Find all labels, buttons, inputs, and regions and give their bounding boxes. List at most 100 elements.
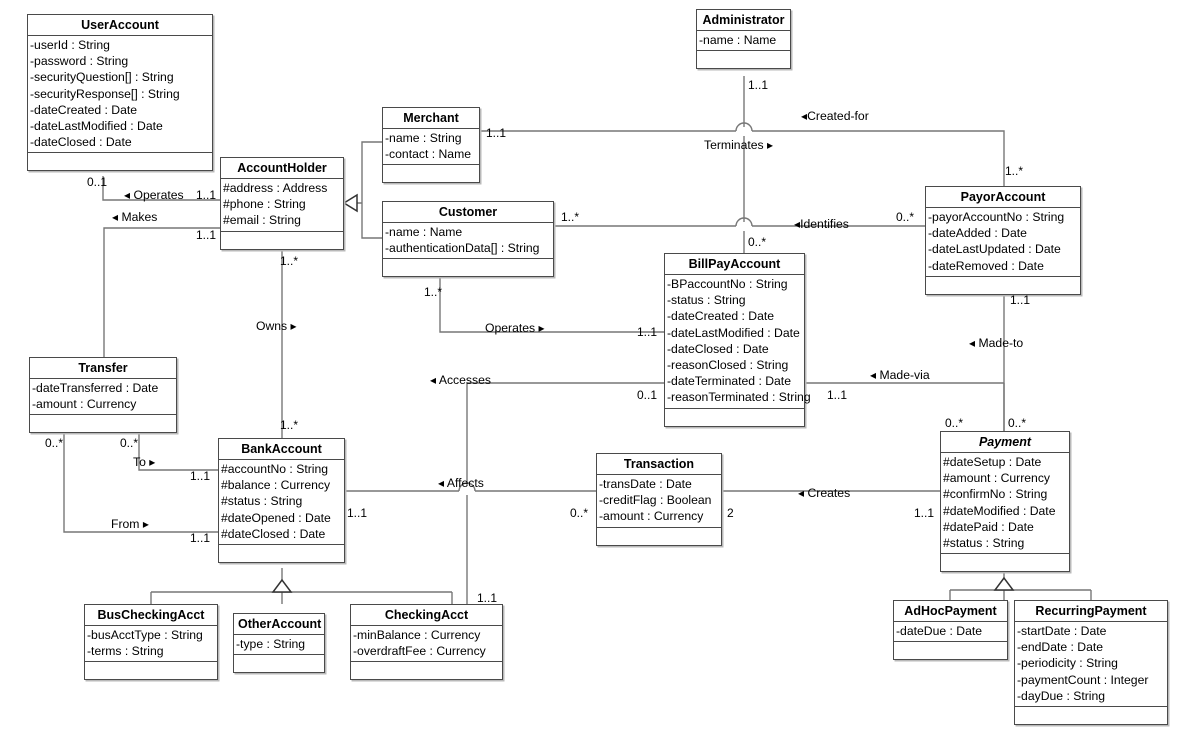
- attribute: #datePaid : Date: [943, 519, 1034, 534]
- class-box-administrator[interactable]: Administrator -name : Name: [696, 9, 791, 70]
- association-label-affects: ◂ Affects: [438, 476, 484, 490]
- multiplicity: 1..*: [424, 285, 443, 299]
- class-operations: [351, 662, 502, 679]
- association-label-owns: Owns ▸: [256, 319, 297, 333]
- attribute: -overdraftFee : Currency: [353, 644, 486, 659]
- class-box-checkingacct[interactable]: CheckingAcct -minBalance : Currency -ove…: [350, 604, 503, 681]
- class-attributes: -transDate : Date -creditFlag : Boolean …: [597, 475, 721, 528]
- multiplicity: 1..1: [486, 126, 507, 140]
- class-box-transaction[interactable]: Transaction -transDate : Date -creditFla…: [596, 453, 722, 546]
- attribute: -dateDue : Date: [896, 624, 983, 638]
- attribute: -terms : String: [87, 644, 164, 659]
- class-operations: [30, 415, 176, 432]
- multiplicity: 1..1: [477, 591, 498, 605]
- generalization-arrow-payment: [993, 576, 1015, 591]
- attribute: -BPaccountNo : String: [667, 277, 788, 291]
- attribute: -endDate : Date: [1017, 640, 1104, 655]
- class-operations: [1015, 707, 1167, 724]
- attribute: #balance : Currency: [221, 478, 331, 493]
- attribute: #dateClosed : Date: [221, 526, 326, 541]
- attribute: -creditFlag : Boolean: [599, 493, 712, 508]
- association-label-to: To ▸: [133, 455, 156, 469]
- class-title: UserAccount: [28, 15, 212, 36]
- class-box-billpayaccount[interactable]: BillPayAccount -BPaccountNo : String -st…: [664, 253, 811, 427]
- attribute: -authenticationData[] : String: [385, 241, 540, 256]
- multiplicity: 0..*: [120, 436, 139, 450]
- multiplicity: 1..1: [196, 188, 217, 202]
- multiplicity: 1..1: [190, 469, 211, 483]
- class-operations: [941, 554, 1069, 571]
- class-operations: [697, 51, 790, 68]
- multiplicity: 2: [727, 506, 734, 520]
- class-operations: [894, 642, 1007, 659]
- class-box-recurringpayment[interactable]: RecurringPayment -startDate : Date -endD…: [1014, 600, 1168, 726]
- class-box-customer[interactable]: Customer -name : Name -authenticationDat…: [382, 201, 554, 278]
- attribute: -busAcctType : String: [87, 628, 203, 642]
- assoc-operates-customer: [439, 270, 664, 333]
- attribute: #confirmNo : String: [943, 487, 1048, 502]
- class-title: BankAccount: [219, 439, 344, 460]
- attribute: -transDate : Date: [599, 477, 692, 491]
- class-attributes: -type : String: [234, 635, 324, 656]
- class-box-payoraccount[interactable]: PayorAccount -payorAccountNo : String -d…: [925, 186, 1081, 295]
- class-attributes: -name : Name -authenticationData[] : Str…: [383, 223, 553, 260]
- class-box-adhocpayment[interactable]: AdHocPayment -dateDue : Date: [893, 600, 1008, 661]
- class-box-buscheckingacct[interactable]: BusCheckingAcct -busAcctType : String -t…: [84, 604, 218, 681]
- attribute: #amount : Currency: [943, 471, 1051, 486]
- class-title: Transaction: [597, 454, 721, 475]
- attribute: -dateRemoved : Date: [928, 258, 1044, 273]
- assoc-created-for-right: [752, 130, 1005, 186]
- multiplicity: 1..1: [914, 506, 935, 520]
- attribute: #address : Address: [223, 181, 328, 195]
- class-box-otheraccount[interactable]: OtherAccount -type : String: [233, 613, 325, 674]
- class-operations: [665, 409, 804, 426]
- class-attributes: -payorAccountNo : String -dateAdded : Da…: [926, 208, 1080, 277]
- association-label-from: From ▸: [111, 517, 149, 531]
- class-operations: [219, 545, 344, 562]
- attribute: #accountNo : String: [221, 462, 329, 476]
- attribute: -contact : Name: [385, 147, 472, 162]
- attribute: #phone : String: [223, 197, 306, 212]
- generalization-arrow-accountholder: [342, 193, 358, 213]
- class-box-merchant[interactable]: Merchant -name : String -contact : Name: [382, 107, 480, 184]
- attribute: -dateTerminated : Date: [667, 374, 791, 389]
- attribute: -userId : String: [30, 38, 110, 52]
- class-attributes: -dateDue : Date: [894, 622, 1007, 643]
- attribute: -dateLastModified : Date: [667, 325, 800, 340]
- attribute: -periodicity : String: [1017, 656, 1118, 671]
- class-title: PayorAccount: [926, 187, 1080, 208]
- attribute: #email : String: [223, 213, 301, 228]
- multiplicity: 1..1: [196, 228, 217, 242]
- multiplicity: 1..*: [561, 210, 580, 224]
- class-box-useraccount[interactable]: UserAccount -userId : String -password :…: [27, 14, 213, 172]
- multiplicity: 1..1: [347, 506, 368, 520]
- uml-class-diagram: UserAccount -userId : String -password :…: [0, 0, 1189, 747]
- class-operations: [85, 662, 217, 679]
- class-title: Customer: [383, 202, 553, 223]
- attribute: -name : Name: [699, 33, 777, 47]
- multiplicity: 0..*: [570, 506, 589, 520]
- class-title: Transfer: [30, 358, 176, 379]
- attribute: -reasonClosed : String: [667, 358, 789, 373]
- attribute: -dateLastModified : Date: [30, 119, 163, 134]
- class-title: AccountHolder: [221, 158, 343, 179]
- attribute: -name : String: [385, 131, 462, 145]
- class-box-payment[interactable]: Payment #dateSetup : Date #amount : Curr…: [940, 431, 1070, 573]
- attribute: #status : String: [221, 494, 303, 509]
- multiplicity: 0..*: [748, 235, 767, 249]
- attribute: -status : String: [667, 293, 746, 308]
- association-label-made-to: ◂ Made-to: [969, 336, 1024, 350]
- gen-customer-line: [361, 203, 382, 239]
- multiplicity: 1..*: [280, 254, 299, 268]
- multiplicity: 1..1: [1010, 293, 1031, 307]
- class-operations: [221, 232, 343, 249]
- attribute: #dateSetup : Date: [943, 455, 1042, 469]
- class-box-transfer[interactable]: Transfer -dateTransferred : Date -amount…: [29, 357, 177, 434]
- class-box-bankaccount[interactable]: BankAccount #accountNo : String #balance…: [218, 438, 345, 564]
- attribute: -payorAccountNo : String: [928, 210, 1065, 224]
- class-attributes: #dateSetup : Date #amount : Currency #co…: [941, 453, 1069, 555]
- attribute: -dateAdded : Date: [928, 226, 1027, 241]
- class-box-accountholder[interactable]: AccountHolder #address : Address #phone …: [220, 157, 344, 250]
- class-attributes: -userId : String -password : String -sec…: [28, 36, 212, 154]
- class-attributes: -BPaccountNo : String -status : String -…: [665, 275, 811, 409]
